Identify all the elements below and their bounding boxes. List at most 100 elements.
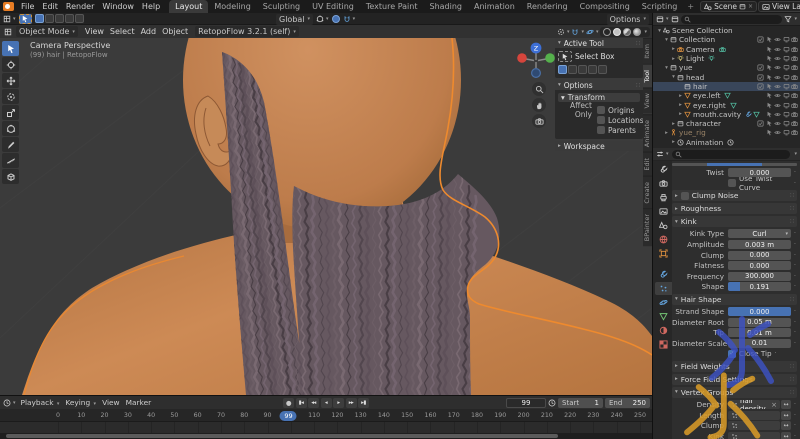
workspace-tab-compositing[interactable]: Compositing [574,0,636,13]
hide-eye-icon[interactable] [774,92,781,99]
timeline-menu-keying[interactable]: Keying ▾ [62,398,99,407]
animate-dot-icon[interactable]: · [791,433,799,439]
disclosure-closed-icon[interactable]: ▸ [677,93,684,99]
monitor-toggle-icon[interactable] [783,74,790,81]
frequency-field[interactable]: 300.000 [728,272,791,281]
camera-toggle-icon[interactable] [791,74,798,81]
animate-dot-icon[interactable]: · [791,340,799,347]
add-workspace-button[interactable]: + [683,0,698,13]
timeline-menu-marker[interactable]: Marker [123,398,155,407]
tip-field[interactable]: 0.01 m [728,328,791,337]
viewport-editor-icon[interactable] [4,28,12,36]
panel-header-field-weights[interactable]: ▸Field Weights∷ [672,361,797,372]
timeline-ruler[interactable]: 99 0102030405060708090110120130140150160… [0,409,652,422]
outliner-row-eye-right[interactable]: ▸eye.right [653,100,800,109]
jump-to-start-button[interactable]: ▮◂ [296,398,307,408]
cursor-toggle-icon[interactable] [766,64,773,71]
proportional-editing-icon[interactable] [332,15,340,23]
start-frame-field[interactable]: Start1 [558,398,603,408]
workspace-tab-uv-editing[interactable]: UV Editing [306,0,360,13]
blender-logo-icon[interactable] [3,2,14,11]
animate-dot-icon[interactable]: · [791,169,799,176]
outliner-row-head[interactable]: ▾head [653,72,800,81]
timeline-scrollbar[interactable] [0,433,652,439]
outliner-row-camera[interactable]: ▸Camera [653,45,800,54]
select-invert-icon[interactable] [588,65,597,74]
diameter-scale-field[interactable]: 0.01 [728,339,791,348]
cursor-toggle-icon[interactable] [766,46,773,53]
panel-grip-icon[interactable]: ∷ [790,363,794,370]
workspace-tab-scripting[interactable]: Scripting [636,0,684,13]
monitor-toggle-icon[interactable] [783,129,790,136]
outliner-row-hair[interactable]: hair [653,82,800,91]
outliner-search[interactable] [681,15,783,24]
timeline-menu-playback[interactable]: Playback ▾ [18,398,63,407]
amplitude-field[interactable]: 0.003 m [728,240,791,249]
disclosure-open-icon[interactable]: ▾ [670,74,677,80]
animate-dot-icon[interactable]: · [791,262,799,269]
vg-clump-field[interactable] [728,421,780,430]
viewport-3d[interactable]: Camera Perspective (99) hair | RetopoFlo… [0,38,652,395]
cursor-toggle-icon[interactable] [766,74,773,81]
move-tool[interactable] [2,73,19,88]
disclosure-closed-icon[interactable]: ▸ [670,46,677,52]
pivot-point-icon[interactable]: ▾ [557,28,570,36]
sidebar-tab-create[interactable]: Create [643,176,652,209]
panel-grip-icon[interactable]: ∷ [790,296,794,303]
select-set-icon[interactable] [558,65,567,74]
monitor-toggle-icon[interactable] [783,102,790,109]
viewport-menu-object[interactable]: Object [159,27,191,36]
kink-type-field[interactable]: Curl▾ [728,229,791,238]
workspace-panel-header[interactable]: ▸ Workspace [555,141,643,151]
annotate-tool[interactable] [2,137,19,152]
playhead[interactable]: 99 [280,411,297,421]
modifiers-tab[interactable] [655,268,672,281]
mode-dropdown[interactable]: Object Mode▾ [16,26,78,37]
options-panel-header[interactable]: ▾ Options ∷ [555,80,643,90]
add-cube-tool[interactable] [2,169,19,184]
menu-file[interactable]: File [17,2,38,11]
world-tab[interactable] [655,233,672,246]
play-button[interactable]: ▸ [333,398,344,408]
workspace-tab-layout[interactable]: Layout [169,0,208,13]
scene-tab[interactable] [655,219,672,232]
select-set-icon[interactable] [35,14,44,23]
monitor-toggle-icon[interactable] [783,55,790,62]
physics-tab[interactable] [655,296,672,309]
shape-field[interactable]: 0.191 [728,282,791,291]
animate-dot-icon[interactable]: · [791,230,799,237]
vg-density-field[interactable]: hair density× [728,400,780,409]
animate-dot-icon[interactable]: · [791,412,799,419]
options-dropdown[interactable]: Options▾ [607,14,649,25]
navigation-gizmo[interactable]: Z [514,40,558,82]
hide-eye-icon[interactable] [774,120,781,127]
timeline-tracks[interactable] [0,422,652,433]
tool-tab[interactable] [655,163,672,176]
jump-to-end-button[interactable]: ▸▮ [358,398,369,408]
panel-grip-icon[interactable]: ∷ [790,192,794,199]
cursor-toggle-icon[interactable] [766,36,773,43]
outliner-row-yue-rig[interactable]: ▸yue_rig [653,128,800,137]
camera-toggle-icon[interactable] [791,36,798,43]
disclosure-open-icon[interactable]: ▾ [663,37,670,43]
workspace-tab-shading[interactable]: Shading [423,0,468,13]
outliner-row-animation[interactable]: ▸Animation [653,138,800,147]
cursor-toggle-icon[interactable] [766,102,773,109]
monitor-toggle-icon[interactable] [783,36,790,43]
hide-eye-icon[interactable] [774,64,781,71]
select-invert-icon[interactable] [65,14,74,23]
end-frame-field[interactable]: End250 [605,398,650,408]
disclosure-closed-icon[interactable]: ▸ [663,130,670,136]
select-extend-icon[interactable] [568,65,577,74]
panel-grip-icon[interactable]: ∷ [790,218,794,225]
active-tool-button[interactable] [19,14,32,24]
filter-funnel-icon[interactable]: ▾ [784,15,797,23]
disclosure-closed-icon[interactable]: ▸ [677,111,684,117]
checkbox-toggle-icon[interactable] [757,120,764,127]
workspace-tab-modeling[interactable]: Modeling [208,0,256,13]
clear-icon[interactable]: × [771,401,777,409]
timeline-editor-icon[interactable]: ▾ [3,399,16,407]
camera-toggle-icon[interactable] [791,92,798,99]
monitor-toggle-icon[interactable] [783,111,790,118]
disclosure-closed-icon[interactable]: ▸ [670,121,677,127]
